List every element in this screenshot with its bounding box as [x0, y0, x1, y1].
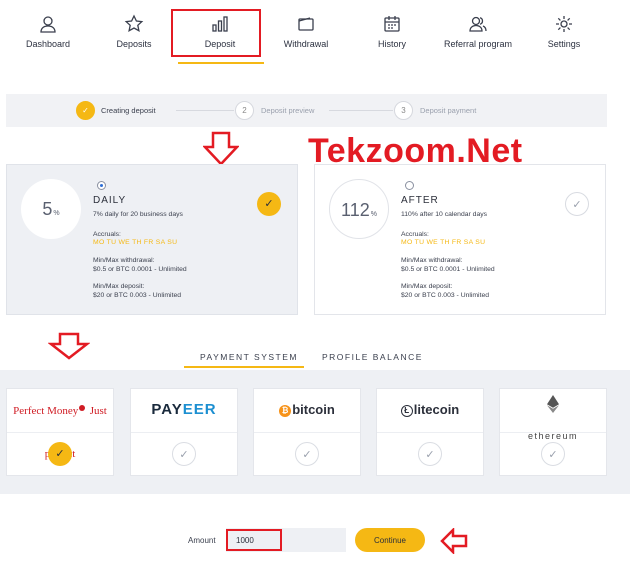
tab-payment-system[interactable]: PAYMENT SYSTEM [200, 352, 298, 362]
arrow-down-icon [47, 332, 91, 360]
perfect-money-name: Perfect Money [13, 405, 79, 417]
active-tab-underline [184, 366, 304, 368]
step-label: Creating deposit [101, 106, 156, 115]
percent-sign: % [370, 211, 377, 218]
deposit-limit-label: Min/Max deposit: [93, 283, 145, 290]
active-nav-underline [178, 62, 264, 64]
accruals-label: Accruals: [401, 231, 429, 238]
plan-name: DAILY [93, 195, 127, 206]
plan-radio[interactable] [97, 181, 106, 190]
arrow-left-icon [440, 526, 468, 556]
wallet-icon [296, 14, 316, 34]
step-label: Deposit payment [420, 106, 477, 115]
bitcoin-icon: ₿ [279, 404, 292, 417]
payment-bitcoin[interactable]: ₿ bitcoin ✓ [253, 388, 361, 476]
plan-name: AFTER [401, 195, 439, 206]
ethereum-logo: ethereum [500, 389, 606, 441]
litecoin-icon: Ł [400, 404, 413, 417]
bitcoin-logo: ₿ bitcoin [254, 389, 360, 433]
arrow-down-icon [202, 131, 240, 166]
pm-badge-icon [79, 405, 86, 411]
plan-card-after[interactable]: 112% AFTER 110% after 10 calendar days A… [314, 164, 606, 315]
payment-payeer[interactable]: PAYEER ✓ [130, 388, 238, 476]
nav-dashboard[interactable]: Dashboard [3, 14, 93, 49]
check-icon: ✓ [418, 442, 442, 466]
accrual-days: MO TU WE TH FR SA SU [401, 239, 486, 246]
highlight-box-deposit [171, 9, 261, 57]
nav-label: Deposits [116, 39, 152, 49]
accruals-label: Accruals: [93, 231, 121, 238]
payeer-name-left: PAY [151, 401, 183, 418]
gear-icon [554, 14, 574, 34]
nav-label: Settings [547, 39, 581, 49]
nav-label: Withdrawal [283, 39, 329, 49]
check-icon: ✓ [565, 192, 589, 216]
withdrawal-label: Min/Max withdrawal: [401, 257, 463, 264]
nav-settings[interactable]: Settings [519, 14, 609, 49]
plan-description: 110% after 10 calendar days [401, 211, 488, 218]
users-icon [468, 14, 488, 34]
continue-button[interactable]: Continue [355, 528, 425, 552]
ethereum-icon [547, 395, 559, 413]
plan-description: 7% daily for 20 business days [93, 211, 183, 218]
plan-percent: 5 [42, 199, 53, 219]
perfect-money-logo: Perfect Money Just perfect [7, 389, 113, 460]
withdrawal-value: $0.5 or BTC 0.0001 - Unlimited [401, 266, 495, 273]
plan-percent: 112 [341, 200, 370, 220]
step-1-done-icon: ✓ [76, 101, 95, 120]
check-icon: ✓ [172, 442, 196, 466]
nav-label: History [377, 39, 406, 49]
plan-percent-circle: 5% [21, 179, 81, 239]
nav-referral[interactable]: Referral program [433, 14, 523, 49]
payment-litecoin[interactable]: Łlitecoin ✓ [376, 388, 484, 476]
check-icon: ✓ [48, 442, 72, 466]
tab-profile-balance[interactable]: PROFILE BALANCE [322, 352, 423, 362]
plan-percent-circle: 112% [329, 179, 389, 239]
nav-history[interactable]: History [347, 14, 437, 49]
nav-label: Dashboard [25, 39, 71, 49]
nav-withdrawal[interactable]: Withdrawal [261, 14, 351, 49]
user-icon [38, 14, 58, 34]
step-number: 2 [235, 101, 254, 120]
ethereum-name: ethereum [527, 431, 579, 441]
check-icon: ✓ [295, 442, 319, 466]
percent-sign: % [53, 210, 60, 217]
withdrawal-label: Min/Max withdrawal: [93, 257, 155, 264]
top-nav: Dashboard Deposits Deposit Withdrawal Hi… [0, 0, 640, 70]
step-connector [176, 110, 234, 111]
check-icon: ✓ [257, 192, 281, 216]
litecoin-name: litecoin [413, 402, 460, 417]
deposit-steps: ✓ Creating deposit 2 Deposit preview 3 D… [6, 94, 607, 127]
highlight-box-amount [226, 529, 282, 551]
withdrawal-value: $0.5 or BTC 0.0001 - Unlimited [93, 266, 187, 273]
payment-ethereum[interactable]: ethereum ✓ [499, 388, 607, 476]
payeer-logo: PAYEER [131, 389, 237, 433]
plan-card-daily[interactable]: 5% DAILY 7% daily for 20 business days A… [6, 164, 298, 315]
payment-perfect-money[interactable]: Perfect Money Just perfect ✓ [6, 388, 114, 476]
bitcoin-name: bitcoin [292, 402, 335, 417]
litecoin-logo: Łlitecoin [377, 389, 483, 433]
accrual-days: MO TU WE TH FR SA SU [93, 239, 178, 246]
deposit-limit-label: Min/Max deposit: [401, 283, 453, 290]
step-connector [329, 110, 393, 111]
check-icon: ✓ [541, 442, 565, 466]
calendar-icon [382, 14, 402, 34]
deposit-limit-value: $20 or BTC 0.003 - Unlimited [401, 292, 490, 299]
payeer-name-right: EER [182, 401, 217, 418]
nav-deposits[interactable]: Deposits [89, 14, 179, 49]
nav-label: Referral program [443, 39, 513, 49]
star-icon [124, 14, 144, 34]
step-label: Deposit preview [261, 106, 315, 115]
amount-label: Amount [188, 536, 216, 545]
step-number: 3 [394, 101, 413, 120]
deposit-limit-value: $20 or BTC 0.003 - Unlimited [93, 292, 182, 299]
plan-radio[interactable] [405, 181, 414, 190]
